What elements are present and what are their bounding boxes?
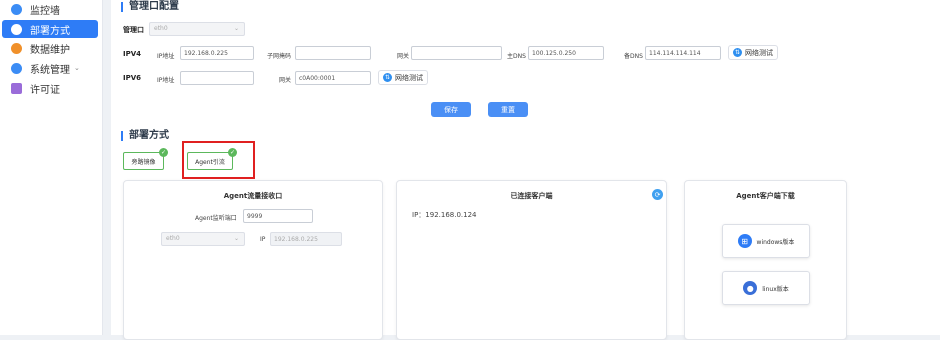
- chevron-down-icon: ⌄: [233, 25, 239, 32]
- card-title: Agent流量接收口: [223, 192, 283, 200]
- chevron-down-icon: ⌄: [74, 64, 80, 72]
- sidebar-item-deploy-mode[interactable]: 部署方式: [2, 20, 98, 38]
- network-test-label: 网络测试: [395, 73, 423, 82]
- ipv4-ip-input[interactable]: [180, 46, 254, 60]
- sidebar-item-license[interactable]: 许可证: [2, 79, 98, 97]
- card-title: 已连接客户端: [510, 192, 553, 200]
- sidebar: 监控墙 部署方式 数据维护 系统管理 ⌄ 许可证: [0, 0, 103, 335]
- ipv4-label: IPV4: [123, 50, 142, 58]
- linux-download-button[interactable]: ● linux版本: [722, 271, 810, 305]
- sidebar-item-monitor-wall[interactable]: 监控墙: [2, 0, 98, 18]
- ipv4-dns1-label: 主DNS: [507, 53, 526, 60]
- ipv6-ip-label: IP地址: [157, 77, 175, 84]
- mgmt-port-value: eth0: [154, 25, 168, 32]
- ipv6-gateway-label: 网关: [279, 77, 292, 84]
- ipv4-gateway-input[interactable]: [411, 46, 502, 60]
- ipv6-network-test-button[interactable]: ⇅ 网络测试: [378, 70, 428, 85]
- cloud-icon: [11, 3, 22, 15]
- mode-bypass-mirror[interactable]: 旁路镜像 ✓: [123, 148, 168, 170]
- reset-button[interactable]: 重置: [488, 102, 528, 117]
- agent-ip-label: IP: [260, 236, 266, 243]
- agent-download-card: Agent客户端下载 ⊞ windows版本 ● linux版本: [684, 180, 847, 340]
- ipv6-ip-input[interactable]: [180, 71, 254, 85]
- mgmt-port-select[interactable]: eth0 ⌄: [149, 22, 245, 36]
- chevron-down-icon: ⌄: [233, 235, 239, 242]
- highlight-box: [182, 141, 255, 179]
- sidebar-item-label: 数据维护: [30, 44, 70, 56]
- network-icon: ⇅: [383, 73, 392, 82]
- save-button[interactable]: 保存: [431, 102, 471, 117]
- sidebar-item-label: 系统管理: [30, 64, 70, 76]
- network-icon: ⇅: [733, 48, 742, 57]
- database-icon: [11, 42, 22, 54]
- agent-iface-value: eth0: [166, 235, 180, 242]
- agent-port-input[interactable]: [243, 209, 313, 223]
- sidebar-item-system-management[interactable]: 系统管理 ⌄: [2, 59, 98, 77]
- section-title-deploy: 部署方式: [121, 131, 169, 141]
- refresh-icon[interactable]: ⟳: [652, 189, 663, 200]
- ipv4-dns2-input[interactable]: [645, 46, 721, 60]
- windows-label: windows版本: [756, 238, 795, 246]
- sidebar-item-data-maintenance[interactable]: 数据维护: [2, 39, 98, 57]
- sidebar-item-label: 许可证: [30, 84, 60, 96]
- connected-clients-card: 已连接客户端 ⟳ IP：192.168.0.124: [396, 180, 667, 340]
- monitor-icon: [11, 23, 22, 35]
- linux-label: linux版本: [762, 285, 789, 293]
- check-icon: ✓: [159, 148, 168, 157]
- sidebar-item-label: 监控墙: [30, 5, 60, 17]
- agent-port-label: Agent监听端口: [195, 215, 237, 222]
- agent-receiver-card: Agent流量接收口 Agent监听端口 eth0 ⌄ IP: [123, 180, 383, 340]
- network-test-label: 网络测试: [745, 48, 773, 57]
- section-title-mgmt: 管理口配置: [121, 2, 179, 12]
- sidebar-item-label: 部署方式: [30, 25, 70, 37]
- ipv4-mask-label: 子网掩码: [267, 53, 292, 60]
- agent-iface-select[interactable]: eth0 ⌄: [161, 232, 245, 246]
- ipv4-network-test-button[interactable]: ⇅ 网络测试: [728, 45, 778, 60]
- linux-icon: ●: [743, 281, 758, 295]
- client-ip-text: IP：192.168.0.124: [412, 211, 477, 219]
- ipv4-ip-label: IP地址: [157, 53, 175, 60]
- ipv4-dns2-label: 备DNS: [624, 53, 643, 60]
- mgmt-port-label: 管理口: [123, 26, 144, 34]
- mode-label: 旁路镜像: [131, 158, 156, 166]
- card-title: Agent客户端下载: [736, 192, 795, 200]
- agent-ip-input: [270, 232, 342, 246]
- ipv4-dns1-input[interactable]: [528, 46, 604, 60]
- ipv6-label: IPV6: [123, 74, 142, 82]
- ipv6-gateway-input[interactable]: [295, 71, 371, 85]
- ipv4-gateway-label: 网关: [397, 53, 410, 60]
- windows-icon: ⊞: [737, 234, 752, 248]
- license-icon: [11, 82, 22, 94]
- gear-icon: [11, 62, 22, 74]
- main-content: 管理口配置 管理口 eth0 ⌄ IPV4 IP地址 子网掩码 网关 主DNS …: [111, 0, 940, 340]
- ipv4-mask-input[interactable]: [295, 46, 371, 60]
- windows-download-button[interactable]: ⊞ windows版本: [722, 224, 810, 258]
